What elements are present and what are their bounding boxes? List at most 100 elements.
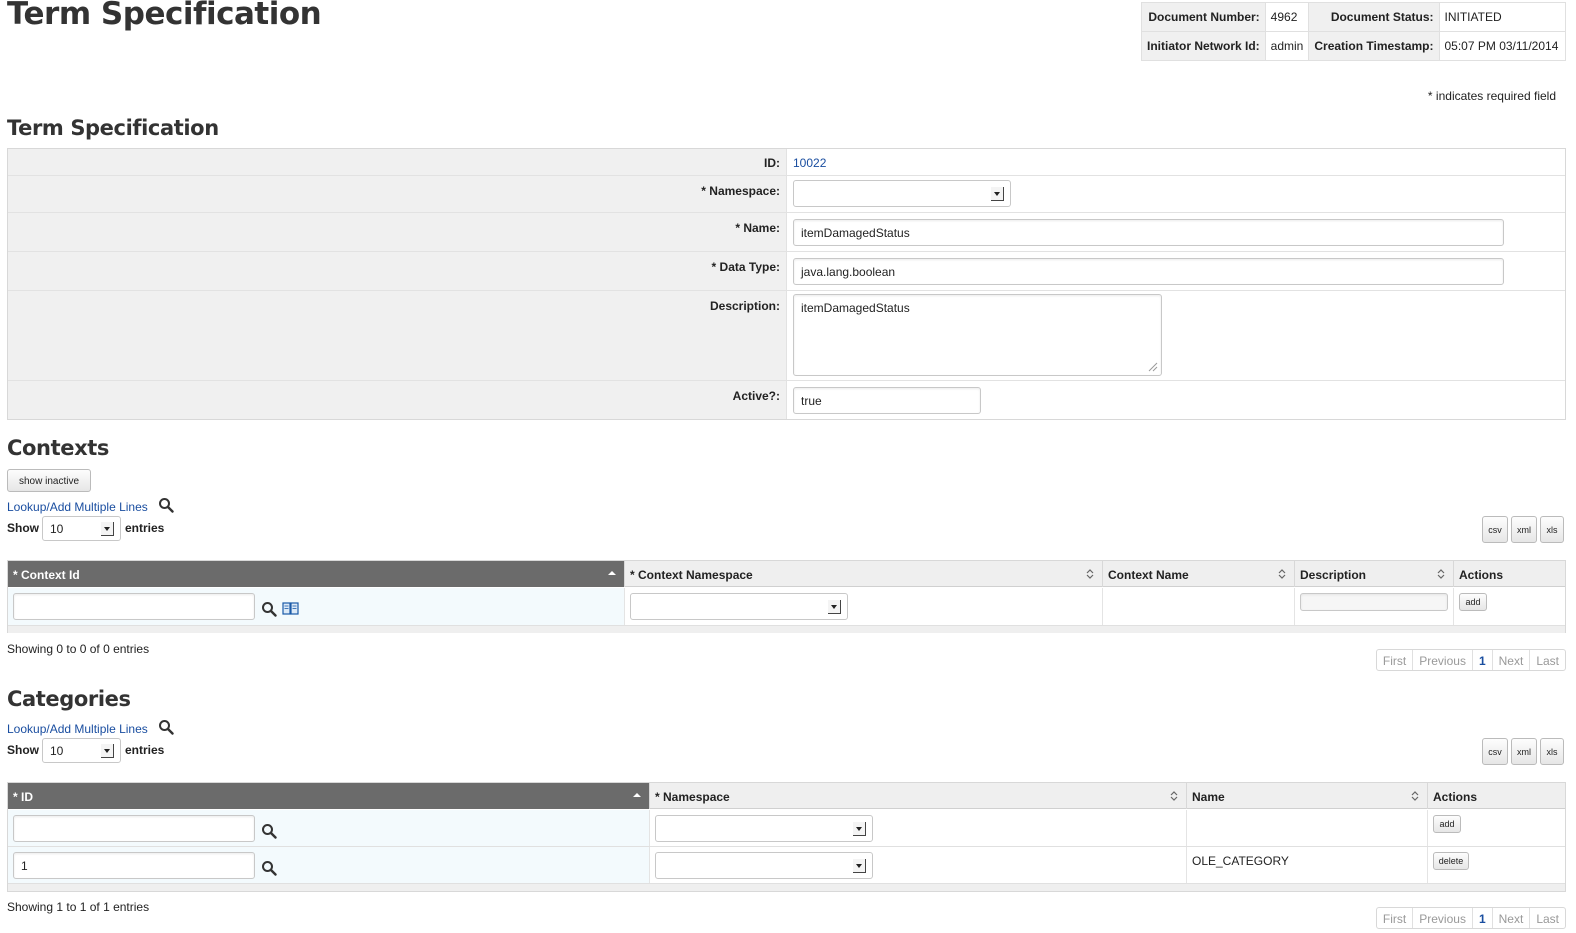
chevron-down-icon	[101, 522, 114, 536]
col-context-id-label: * Context Id	[13, 568, 80, 582]
sort-both-icon	[1086, 569, 1094, 579]
form-row-data-type: * Data Type: java.lang.boolean	[8, 252, 1565, 291]
contexts-section-title: Contexts	[7, 436, 109, 460]
category-id-input[interactable]	[13, 815, 255, 842]
category-add-button[interactable]: add	[1433, 815, 1461, 833]
col-header-context-id[interactable]: * Context Id	[8, 561, 625, 587]
category-row-namespace-select[interactable]	[655, 852, 873, 879]
col-description-label: Description	[1300, 568, 1367, 582]
search-icon[interactable]	[158, 719, 174, 735]
categories-entries-value: 10	[50, 744, 64, 758]
col-header-name[interactable]: Name	[1187, 783, 1428, 809]
doc-status-value: INITIATED	[1438, 2, 1566, 32]
contexts-table: * Context Id * Context Namespace Context…	[7, 560, 1566, 633]
data-type-input[interactable]: java.lang.boolean	[793, 258, 1504, 285]
contexts-entries-label: entries	[125, 521, 165, 535]
category-delete-button[interactable]: delete	[1433, 852, 1469, 870]
chevron-down-icon	[991, 187, 1004, 201]
contexts-entries-value: 10	[50, 522, 64, 536]
pager-previous[interactable]: Previous	[1413, 650, 1473, 670]
pager-page-1[interactable]: 1	[1473, 650, 1493, 670]
description-text: itemDamagedStatus	[801, 301, 910, 315]
pager-next[interactable]: Next	[1493, 908, 1531, 928]
active-input[interactable]: true	[793, 387, 981, 414]
contexts-show-label: Show	[7, 521, 39, 535]
contexts-add-row: add	[8, 588, 1565, 626]
categories-entries-select[interactable]: 10	[42, 738, 121, 763]
categories-lookup-link[interactable]: Lookup/Add Multiple Lines	[7, 722, 148, 736]
name-label: * Name:	[735, 221, 780, 235]
contexts-entries-select[interactable]: 10	[42, 516, 121, 541]
id-value: 10022	[793, 156, 827, 170]
contexts-pager: First Previous 1 Next Last	[1375, 649, 1566, 671]
col-header-category-actions: Actions	[1428, 783, 1565, 809]
categories-showing-text: Showing 1 to 1 of 1 entries	[7, 900, 150, 914]
description-textarea[interactable]: itemDamagedStatus	[793, 294, 1162, 376]
name-input[interactable]: itemDamagedStatus	[793, 219, 1504, 246]
col-id-label: * ID	[13, 790, 34, 804]
col-category-actions-label: Actions	[1433, 790, 1478, 804]
col-header-context-name[interactable]: Context Name	[1103, 561, 1295, 587]
pager-last[interactable]: Last	[1530, 650, 1565, 670]
doc-number-value: 4962	[1264, 2, 1310, 32]
timestamp-label: Creation Timestamp:	[1308, 31, 1440, 61]
book-icon[interactable]	[282, 602, 299, 616]
sort-ascending-icon	[633, 793, 641, 797]
chevron-down-icon	[101, 744, 114, 758]
timestamp-value: 05:07 PM 03/11/2014	[1438, 31, 1566, 61]
col-header-id[interactable]: * ID	[8, 783, 650, 809]
categories-pager: First Previous 1 Next Last	[1375, 907, 1566, 929]
categories-show-label: Show	[7, 743, 39, 757]
context-namespace-select[interactable]	[630, 593, 848, 620]
contexts-showing-text: Showing 0 to 0 of 0 entries	[7, 642, 150, 656]
categories-export-csv-button[interactable]: csv	[1482, 738, 1508, 765]
show-inactive-button[interactable]: show inactive	[7, 469, 91, 492]
col-header-context-namespace[interactable]: * Context Namespace	[625, 561, 1103, 587]
categories-export-xls-button[interactable]: xls	[1540, 738, 1564, 765]
sort-both-icon	[1437, 569, 1445, 579]
data-type-label: * Data Type:	[711, 260, 780, 274]
categories-table-header: * ID * Namespace Name Actions	[8, 783, 1565, 809]
categories-add-row: add	[8, 810, 1565, 847]
pager-previous[interactable]: Previous	[1413, 908, 1473, 928]
sort-both-icon	[1278, 569, 1286, 579]
pager-next[interactable]: Next	[1493, 650, 1531, 670]
category-namespace-select[interactable]	[655, 815, 873, 842]
contexts-export-csv-button[interactable]: csv	[1482, 516, 1508, 543]
search-icon[interactable]	[261, 601, 277, 617]
col-actions-label: Actions	[1459, 568, 1504, 582]
contexts-export-xls-button[interactable]: xls	[1540, 516, 1564, 543]
sort-ascending-icon	[608, 571, 616, 575]
contexts-lookup-link[interactable]: Lookup/Add Multiple Lines	[7, 500, 148, 514]
col-namespace-label: * Namespace	[655, 790, 730, 804]
form-row-id: ID: 10022	[8, 149, 1565, 176]
doc-number-label: Document Number:	[1141, 2, 1266, 32]
namespace-label: * Namespace:	[701, 184, 780, 198]
category-row-id-input[interactable]: 1	[13, 852, 255, 879]
pager-first[interactable]: First	[1377, 908, 1414, 928]
search-icon[interactable]	[261, 823, 277, 839]
context-id-input[interactable]	[13, 593, 255, 620]
search-icon[interactable]	[158, 497, 174, 513]
active-label: Active?:	[732, 389, 780, 403]
col-header-description[interactable]: Description	[1295, 561, 1454, 587]
resize-handle-icon[interactable]	[1148, 362, 1158, 372]
context-add-button[interactable]: add	[1459, 593, 1487, 611]
form-row-description: Description: itemDamagedStatus	[8, 291, 1565, 381]
context-description-input[interactable]	[1300, 593, 1448, 611]
categories-section-title: Categories	[7, 687, 131, 711]
pager-last[interactable]: Last	[1530, 908, 1565, 928]
pager-first[interactable]: First	[1377, 650, 1414, 670]
initiator-value: admin	[1264, 31, 1310, 61]
pager-page-1[interactable]: 1	[1473, 908, 1493, 928]
table-row: 1 OLE_CATEGORY delete	[8, 847, 1565, 884]
col-header-namespace[interactable]: * Namespace	[650, 783, 1187, 809]
sort-both-icon	[1411, 791, 1419, 801]
contexts-export-xml-button[interactable]: xml	[1511, 516, 1537, 543]
categories-table: * ID * Namespace Name Actions add 1 OLE_…	[7, 782, 1566, 892]
sort-both-icon	[1170, 791, 1178, 801]
namespace-select[interactable]	[793, 180, 1011, 207]
search-icon[interactable]	[261, 860, 277, 876]
categories-export-xml-button[interactable]: xml	[1511, 738, 1537, 765]
category-row-name: OLE_CATEGORY	[1192, 854, 1289, 868]
